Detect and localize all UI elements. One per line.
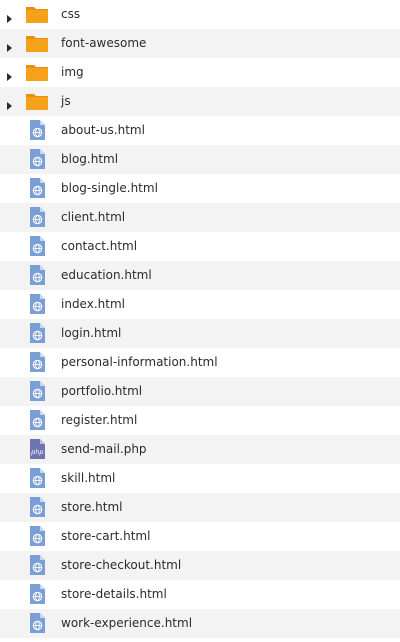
file-name: register.html	[61, 413, 138, 427]
file-row[interactable]: store-details.html	[0, 580, 400, 609]
file-name: client.html	[61, 210, 126, 224]
file-name: store.html	[61, 500, 123, 514]
folder-row[interactable]: font-awesome	[0, 29, 400, 58]
file-row[interactable]: login.html	[0, 319, 400, 348]
folder-icon	[25, 32, 49, 54]
expand-arrow-icon[interactable]	[4, 9, 14, 23]
html-file-icon	[25, 380, 49, 402]
expand-arrow-icon[interactable]	[4, 67, 14, 81]
file-name: portfolio.html	[61, 384, 143, 398]
file-name: store-details.html	[61, 587, 167, 601]
file-row[interactable]: store-checkout.html	[0, 551, 400, 580]
file-row[interactable]: about-us.html	[0, 116, 400, 145]
folder-name: js	[61, 94, 71, 108]
file-row[interactable]: blog-single.html	[0, 174, 400, 203]
folder-name: img	[61, 65, 84, 79]
file-name: about-us.html	[61, 123, 145, 137]
html-file-icon	[25, 583, 49, 605]
folder-name: font-awesome	[61, 36, 147, 50]
file-row[interactable]: index.html	[0, 290, 400, 319]
folder-icon	[25, 3, 49, 25]
file-name: index.html	[61, 297, 125, 311]
html-file-icon	[25, 119, 49, 141]
file-row[interactable]: education.html	[0, 261, 400, 290]
folder-row[interactable]: css	[0, 0, 400, 29]
html-file-icon	[25, 496, 49, 518]
file-row[interactable]: work-experience.html	[0, 609, 400, 638]
file-row[interactable]: store-cart.html	[0, 522, 400, 551]
expand-arrow-icon[interactable]	[4, 38, 14, 52]
file-row[interactable]: store.html	[0, 493, 400, 522]
file-name: personal-information.html	[61, 355, 218, 369]
html-file-icon	[25, 148, 49, 170]
html-file-icon	[25, 322, 49, 344]
folder-row[interactable]: img	[0, 58, 400, 87]
html-file-icon	[25, 467, 49, 489]
file-name: store-cart.html	[61, 529, 151, 543]
file-name: work-experience.html	[61, 616, 193, 630]
file-row[interactable]: client.html	[0, 203, 400, 232]
file-name: login.html	[61, 326, 122, 340]
expand-arrow-icon[interactable]	[4, 96, 14, 110]
file-tree: css font-awesome img js about-us.html blog.ht…	[0, 0, 400, 642]
file-name: blog-single.html	[61, 181, 158, 195]
html-file-icon	[25, 177, 49, 199]
file-row[interactable]: contact.html	[0, 232, 400, 261]
file-row[interactable]: personal-information.html	[0, 348, 400, 377]
html-file-icon	[25, 554, 49, 576]
html-file-icon	[25, 409, 49, 431]
file-row[interactable]: register.html	[0, 406, 400, 435]
file-name: store-checkout.html	[61, 558, 182, 572]
file-row[interactable]: skill.html	[0, 464, 400, 493]
file-row[interactable]: blog.html	[0, 145, 400, 174]
folder-name: css	[61, 7, 81, 21]
file-name: education.html	[61, 268, 152, 282]
file-name: skill.html	[61, 471, 116, 485]
html-file-icon	[25, 612, 49, 634]
folder-icon	[25, 90, 49, 112]
file-name: send-mail.php	[61, 442, 147, 456]
folder-row[interactable]: js	[0, 87, 400, 116]
file-row[interactable]: portfolio.html	[0, 377, 400, 406]
html-file-icon	[25, 293, 49, 315]
html-file-icon	[25, 235, 49, 257]
file-name: blog.html	[61, 152, 119, 166]
folder-icon	[25, 61, 49, 83]
html-file-icon	[25, 206, 49, 228]
svg-text:php: php	[30, 448, 43, 456]
html-file-icon	[25, 264, 49, 286]
file-name: contact.html	[61, 239, 138, 253]
html-file-icon	[25, 525, 49, 547]
php-file-icon: php	[25, 438, 49, 460]
html-file-icon	[25, 351, 49, 373]
file-row[interactable]: php send-mail.php	[0, 435, 400, 464]
